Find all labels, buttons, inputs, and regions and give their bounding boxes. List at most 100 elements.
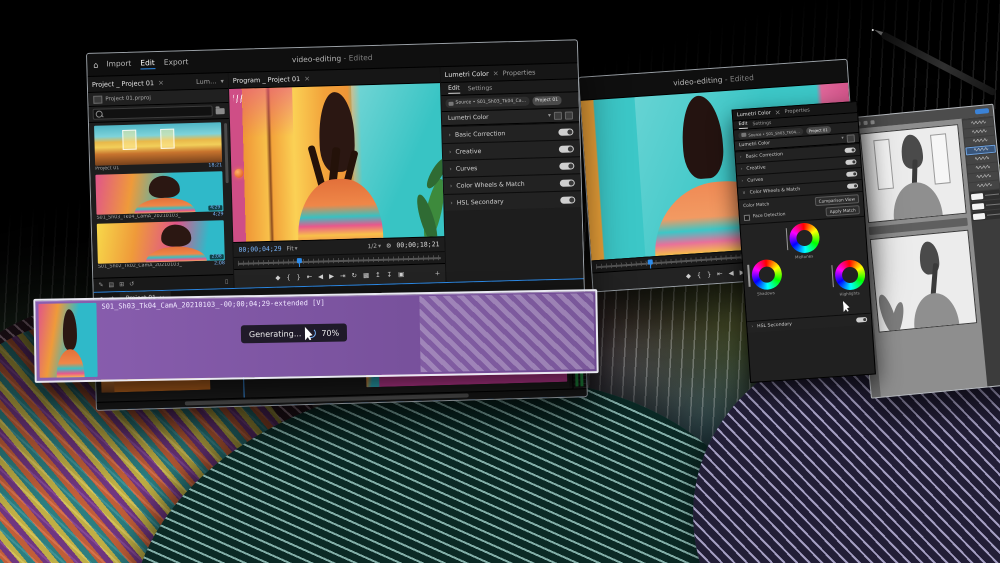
step-back-icon[interactable]: ◀ xyxy=(728,269,734,277)
mark-in-icon[interactable]: { xyxy=(697,271,702,279)
layer-row[interactable] xyxy=(972,209,1000,221)
tab-overflow[interactable]: Lum… xyxy=(196,77,217,86)
storyboard-frame-2[interactable] xyxy=(870,230,978,333)
total-timecode: 00;00;18;21 xyxy=(396,240,439,249)
loop-icon[interactable]: ↻ xyxy=(351,272,357,280)
list-view-icon[interactable]: ▤ xyxy=(108,281,114,288)
tab-edit[interactable]: Edit xyxy=(140,58,155,69)
shadows-slider[interactable] xyxy=(747,265,750,287)
panel-option-icon[interactable] xyxy=(554,111,562,119)
mark-out-icon[interactable]: } xyxy=(296,273,300,281)
midtones-color-wheel[interactable] xyxy=(789,222,821,254)
section-toggle[interactable] xyxy=(847,183,858,189)
section-toggle[interactable] xyxy=(559,162,574,169)
midtones-wheel-group: Midtones xyxy=(785,222,821,260)
project-item[interactable]: 4;29 S01_Sh03_Tk04_CamA_20210103_ 4;29 xyxy=(95,171,223,221)
tab-lumetri-color[interactable]: Lumetri Color xyxy=(737,110,771,118)
layer-thumbnail xyxy=(973,212,986,219)
close-icon[interactable]: × xyxy=(493,69,499,77)
section-label: Color Wheels & Match xyxy=(749,187,800,195)
subtab-edit[interactable]: Edit xyxy=(738,121,747,129)
shadows-color-wheel[interactable] xyxy=(750,259,782,291)
subtab-settings[interactable]: Settings xyxy=(752,120,771,126)
subtab-settings[interactable]: Settings xyxy=(468,84,493,92)
mark-in-icon[interactable]: { xyxy=(286,273,290,281)
highlights-slider[interactable] xyxy=(831,265,834,287)
pen-tool-icon[interactable]: ✎ xyxy=(98,282,103,289)
mark-out-icon[interactable]: } xyxy=(707,270,712,278)
zoom-level-value: Fit xyxy=(286,245,293,252)
section-toggle[interactable] xyxy=(845,159,856,165)
settings-wrench-icon[interactable]: ⚙ xyxy=(386,242,392,249)
sketch-figure-body xyxy=(911,291,959,332)
playback-resolution-dropdown[interactable]: 1/2▾ xyxy=(367,242,381,249)
playhead-handle[interactable] xyxy=(297,258,302,263)
image-lamp xyxy=(234,168,243,177)
export-frame-icon[interactable]: ▣ xyxy=(398,270,404,278)
share-button[interactable] xyxy=(975,108,989,114)
section-toggle[interactable] xyxy=(856,317,867,323)
close-icon[interactable]: × xyxy=(774,108,780,116)
sketch-window xyxy=(873,139,894,191)
add-marker-icon[interactable]: ◆ xyxy=(275,274,280,282)
section-toggle[interactable] xyxy=(559,145,574,152)
project-item[interactable]: 2;08 S01_Sh02_Tk02_CamA_20210103_ 2;08 xyxy=(97,220,225,270)
layer-name-line xyxy=(986,203,1000,205)
scrollbar[interactable] xyxy=(224,123,229,183)
tab-properties[interactable]: Properties xyxy=(503,68,536,77)
go-to-in-icon[interactable]: ⇤ xyxy=(307,273,313,281)
lift-icon[interactable]: ↥ xyxy=(375,271,381,279)
close-icon[interactable]: × xyxy=(304,74,310,82)
generating-percent: 70% xyxy=(321,328,339,337)
extract-icon[interactable]: ↧ xyxy=(387,271,393,279)
item-thumbnail: 4;29 xyxy=(95,171,223,215)
new-item-icon[interactable]: ▯ xyxy=(225,278,229,285)
midtones-slider[interactable] xyxy=(785,228,788,250)
source-clip-chip[interactable]: Source • S01_Sh03_Tk04_Ca… xyxy=(445,97,529,108)
play-icon[interactable]: ▶ xyxy=(329,272,334,280)
section-toggle[interactable] xyxy=(558,128,573,135)
lumetri-color-panel-secondary: Lumetri Color × Properties Edit Settings… xyxy=(732,101,876,383)
tab-export[interactable]: Export xyxy=(164,57,189,69)
folder-icon[interactable] xyxy=(216,108,225,114)
zoom-level-dropdown[interactable]: Fit▾ xyxy=(286,245,297,252)
panel-option-icon[interactable] xyxy=(565,111,573,119)
target-chip[interactable]: Project 01 xyxy=(805,125,830,134)
target-chip[interactable]: Project 01 xyxy=(532,96,561,106)
panel-option-icon[interactable] xyxy=(847,134,856,143)
home-icon[interactable]: ⌂ xyxy=(93,60,98,69)
toolbar-icon[interactable] xyxy=(863,120,867,124)
storyboard-frame-1[interactable] xyxy=(860,124,967,223)
tab-properties[interactable]: Properties xyxy=(784,107,810,115)
step-back-icon[interactable]: ◀ xyxy=(318,272,323,280)
highlights-color-wheel[interactable] xyxy=(834,259,866,291)
section-toggle[interactable] xyxy=(846,171,857,177)
face-detection-checkbox[interactable] xyxy=(744,214,750,220)
section-toggle[interactable] xyxy=(844,147,855,153)
section-toggle[interactable] xyxy=(560,196,575,203)
project-item[interactable]: Project 01 18;21 xyxy=(94,122,222,172)
safe-margins-icon[interactable]: ▦ xyxy=(363,271,369,279)
icon-view-icon[interactable]: ⊞ xyxy=(119,281,124,288)
apply-match-button[interactable]: Apply Match xyxy=(826,205,860,216)
subtab-edit[interactable]: Edit xyxy=(448,84,460,93)
section-toggle[interactable] xyxy=(560,179,575,186)
undo-icon[interactable]: ↺ xyxy=(129,281,134,288)
tab-import[interactable]: Import xyxy=(106,58,131,70)
chevron-down-icon: ▾ xyxy=(295,245,298,252)
tab-lumetri-color[interactable]: Lumetri Color xyxy=(445,69,489,78)
toolbar-icon[interactable] xyxy=(870,120,874,124)
add-marker-icon[interactable]: ◆ xyxy=(686,272,692,280)
button-editor-icon[interactable]: + xyxy=(435,269,441,277)
lumetri-color-panel: Lumetri Color × Properties Edit Settings… xyxy=(441,63,584,282)
floating-generative-clip[interactable]: S01_Sh03_Tk04_CamA_20210103_-00;00;04;29… xyxy=(33,289,598,383)
go-to-in-icon[interactable]: ⇤ xyxy=(717,270,723,278)
tab-program[interactable]: Program _ Project 01 xyxy=(233,75,301,85)
tab-project[interactable]: Project _ Project 01 xyxy=(92,79,154,89)
search-input[interactable] xyxy=(93,105,213,119)
sketch-figure-body xyxy=(891,180,943,223)
close-icon[interactable]: × xyxy=(158,78,164,86)
playhead-handle[interactable] xyxy=(648,259,653,264)
comparison-view-button[interactable]: Comparison View xyxy=(814,194,859,206)
go-to-out-icon[interactable]: ⇥ xyxy=(340,272,346,280)
